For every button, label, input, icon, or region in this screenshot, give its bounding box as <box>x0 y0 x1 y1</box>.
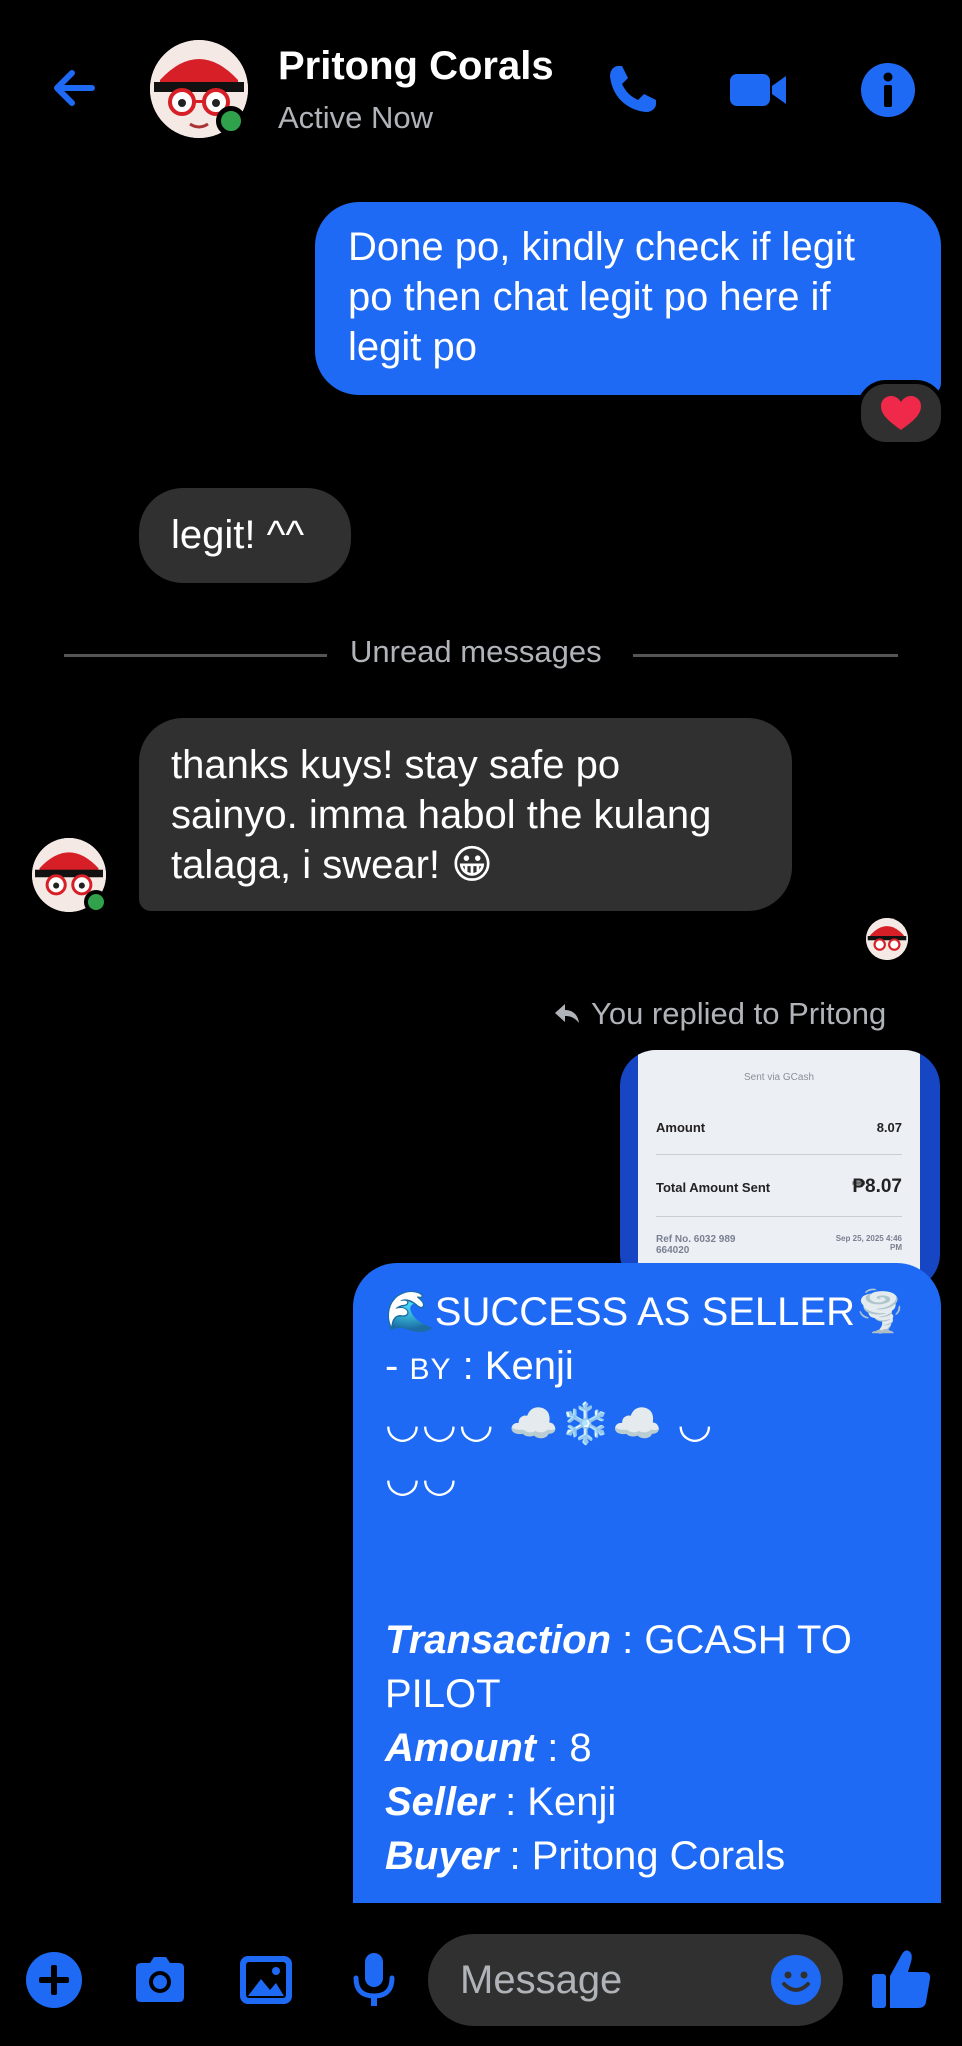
info-icon[interactable] <box>856 58 920 122</box>
receipt-total-row: Total Amount Sent ₱8.07 <box>656 1176 902 1198</box>
incoming-message-bubble[interactable]: legit! ^^ <box>139 488 351 583</box>
divider-line-right <box>633 654 898 657</box>
seller-value: : Kenji <box>493 1780 617 1824</box>
receipt-amount-label: Amount <box>656 1120 706 1135</box>
reply-arrow-icon <box>555 1004 579 1023</box>
decorative-arcs-line: ◡◡ <box>385 1456 459 1500</box>
receipt-ref-row: Ref No. 6032 989 664020 Sep 25, 2025 4:4… <box>656 1234 902 1256</box>
message-text-line: talaga, i swear! 😀 <box>171 843 493 887</box>
message-text-line: Done po, kindly check if legit <box>348 225 855 269</box>
microphone-icon[interactable] <box>342 1948 406 2012</box>
receipt-total-label: Total Amount Sent <box>656 1179 771 1195</box>
by-label: BY <box>409 1353 452 1386</box>
divider-line-left <box>64 654 327 657</box>
receipt-ref-number: Ref No. 6032 989 <box>656 1234 736 1245</box>
buyer-label: Buyer <box>385 1834 499 1878</box>
buyer-value: : Pritong Corals <box>498 1834 786 1878</box>
message-composer-bar: Message <box>0 1910 962 2046</box>
transaction-value-cont: PILOT <box>385 1672 501 1716</box>
chat-header: Pritong Corals Active Now <box>0 0 962 180</box>
message-text-line: sainyo. imma habol the kulang <box>171 793 712 837</box>
amount-label: Amount <box>385 1726 537 1770</box>
success-title: 🌊SUCCESS AS SELLER🌪️ <box>385 1290 905 1334</box>
receipt-sent-via: Sent via GCash <box>743 1072 815 1083</box>
thumbs-up-icon[interactable] <box>866 1944 936 2014</box>
heart-reaction-badge[interactable] <box>857 380 945 446</box>
phone-icon[interactable] <box>600 58 664 122</box>
quoted-receipt-image[interactable]: Sent via GCash Amount 8.07 Total Amount … <box>620 1050 940 1290</box>
success-by-line: - BY : Kenji <box>385 1339 923 1397</box>
message-text: legit! ^^ <box>171 513 305 557</box>
online-status-indicator <box>216 106 246 136</box>
outgoing-transaction-message[interactable]: 🌊SUCCESS AS SELLER🌪️ - BY : Kenji ◡◡◡ ☁️… <box>353 1263 941 1903</box>
receipt-divider <box>656 1216 902 1217</box>
reply-context-text: You replied to Pritong <box>591 996 887 1031</box>
receipt-divider <box>656 1154 902 1155</box>
receipt-date-cont: PM <box>890 1243 902 1252</box>
amount-line: Amount : 8 <box>385 1721 923 1775</box>
receipt-date: Sep 25, 2025 4:46 <box>835 1234 902 1243</box>
decorative-arcs-line: ◡◡◡ ☁️❄️☁️ ◡ <box>385 1402 715 1446</box>
unread-messages-divider: Unread messages <box>350 634 602 669</box>
reply-context-label: You replied to Pritong <box>553 996 886 1032</box>
back-arrow-icon[interactable] <box>44 58 104 118</box>
receipt-amount-row: Amount 8.07 <box>656 1120 902 1135</box>
buyer-line: Buyer : Pritong Corals <box>385 1829 923 1883</box>
contact-name[interactable]: Pritong Corals <box>278 44 554 89</box>
online-status-indicator <box>84 890 108 914</box>
camera-icon[interactable] <box>128 1948 192 2012</box>
by-name: : Kenji <box>451 1344 574 1388</box>
seller-label: Seller <box>385 1780 494 1824</box>
video-camera-icon[interactable] <box>726 58 790 122</box>
emoji-icon[interactable] <box>770 1954 822 2006</box>
by-prefix: - <box>385 1344 410 1388</box>
incoming-message-bubble[interactable]: thanks kuys! stay safe po sainyo. imma h… <box>139 718 792 911</box>
gcash-receipt: Sent via GCash Amount 8.07 Total Amount … <box>638 1050 920 1290</box>
receipt-ref-number-cont: 664020 <box>656 1245 690 1256</box>
transaction-line: Transaction : GCASH TO <box>385 1613 923 1667</box>
receipt-amount-value: 8.07 <box>876 1120 902 1135</box>
plus-icon[interactable] <box>22 1948 86 2012</box>
messenger-chat-screen: Pritong Corals Active Now Done po, kindl… <box>0 0 962 2046</box>
seller-line: Seller : Kenji <box>385 1775 923 1829</box>
message-text-line: legit po <box>348 325 477 369</box>
transaction-label: Transaction <box>385 1618 611 1662</box>
image-icon[interactable] <box>234 1948 298 2012</box>
outgoing-message-bubble[interactable]: Done po, kindly check if legit po then c… <box>315 202 941 395</box>
receipt-total-value: ₱8.07 <box>852 1176 902 1197</box>
message-text-line: po then chat legit po here if <box>348 275 831 319</box>
message-text-line: thanks kuys! stay safe po <box>171 743 621 787</box>
seen-receipt-avatar <box>866 918 908 960</box>
contact-active-status: Active Now <box>278 100 434 135</box>
transaction-value: : GCASH TO <box>611 1618 852 1662</box>
amount-value: : 8 <box>536 1726 592 1770</box>
heart-icon <box>881 396 921 430</box>
